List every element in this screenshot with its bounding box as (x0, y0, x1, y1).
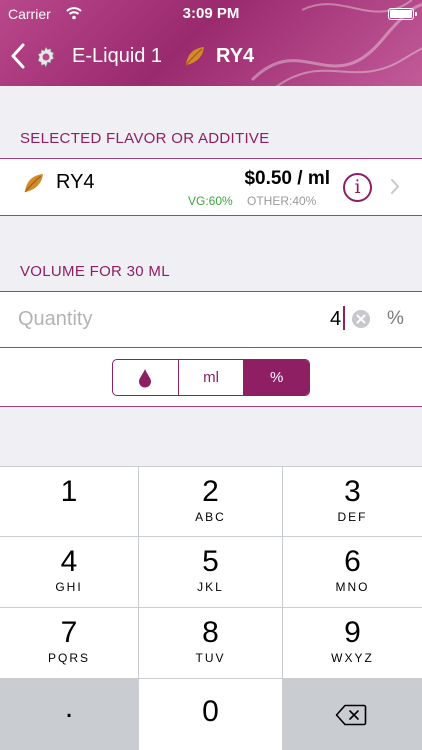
flavor-name: RY4 (56, 171, 95, 193)
page-title: RY4 (216, 45, 255, 67)
chevron-right-icon (391, 179, 400, 194)
quantity-row: Quantity 4 % (0, 292, 422, 347)
key-digit: 3 (344, 475, 361, 508)
text-caret (343, 306, 345, 330)
unit-segmented-control: ml % (112, 359, 310, 396)
key-decimal[interactable]: . (0, 679, 138, 750)
key-digit: 5 (202, 545, 219, 578)
key-4[interactable]: 4 GHI (0, 537, 138, 607)
vg-ratio: VG:60% (188, 194, 233, 208)
key-digit: 4 (60, 545, 78, 578)
unit-label: % (387, 308, 404, 329)
key-0[interactable]: 0 (139, 679, 282, 750)
key-digit: 8 (202, 616, 219, 649)
back-label[interactable]: E-Liquid 1 (72, 45, 162, 68)
info-button[interactable]: i (343, 173, 372, 202)
key-6[interactable]: 6 MNO (283, 537, 422, 607)
flavor-row[interactable]: RY4 $0.50 / ml VG:60% OTHER:40% i (0, 159, 422, 215)
gear-icon[interactable] (34, 45, 58, 69)
unit-selector-row: ml % (0, 348, 422, 406)
drop-icon (139, 368, 152, 387)
key-letters: GHI (55, 580, 83, 594)
key-digit: 2 (202, 475, 219, 508)
key-1[interactable]: 1 (0, 467, 138, 536)
key-digit: 0 (202, 695, 219, 728)
tobacco-leaf-icon (24, 174, 43, 193)
key-5[interactable]: 5 JKL (139, 537, 282, 607)
key-letters: JKL (197, 580, 224, 594)
quantity-placeholder: Quantity (18, 308, 93, 330)
flavor-price: $0.50 / ml (244, 168, 330, 189)
key-2[interactable]: 2 ABC (139, 467, 282, 536)
key-letters: MNO (335, 580, 370, 594)
segment-drops[interactable] (113, 360, 179, 395)
key-digit: 1 (60, 475, 78, 508)
key-letters: TUV (195, 651, 226, 665)
nav-header: Carrier 3:09 PM E-Liquid 1 RY4 (0, 0, 422, 86)
segment-percent[interactable]: % (244, 360, 309, 395)
key-digit: . (64, 691, 74, 724)
quantity-input[interactable]: 4 (330, 308, 341, 331)
key-letters: DEF (337, 510, 368, 524)
tobacco-leaf-icon (185, 47, 204, 66)
key-8[interactable]: 8 TUV (139, 608, 282, 678)
key-letters: PQRS (47, 651, 90, 665)
backspace-icon (335, 704, 367, 726)
segment-ml[interactable]: ml (179, 360, 245, 395)
key-digit: 7 (60, 616, 78, 649)
status-time: 3:09 PM (182, 5, 240, 22)
other-ratio: OTHER:40% (247, 194, 317, 208)
clear-icon[interactable] (351, 309, 371, 329)
status-bar: Carrier 3:09 PM (0, 0, 422, 28)
key-digit: 9 (344, 616, 361, 649)
nav-bar: E-Liquid 1 RY4 (0, 34, 422, 78)
divider (0, 406, 422, 407)
numeric-keypad: 1 2 ABC 3 DEF 4 GHI 5 JKL 6 MNO 7 PQRS 8… (0, 466, 422, 750)
key-letters: ABC (195, 510, 226, 524)
key-digit: 6 (344, 545, 361, 578)
battery-icon (388, 8, 417, 20)
back-chevron-icon[interactable] (10, 43, 26, 69)
section-header-selected: SELECTED FLAVOR OR ADDITIVE (20, 130, 270, 147)
key-3[interactable]: 3 DEF (283, 467, 422, 536)
section-header-volume: VOLUME FOR 30 ML (20, 263, 170, 280)
key-7[interactable]: 7 PQRS (0, 608, 138, 678)
key-backspace[interactable] (283, 679, 422, 750)
key-letters: WXYZ (331, 651, 374, 665)
key-9[interactable]: 9 WXYZ (283, 608, 422, 678)
divider (0, 215, 422, 216)
